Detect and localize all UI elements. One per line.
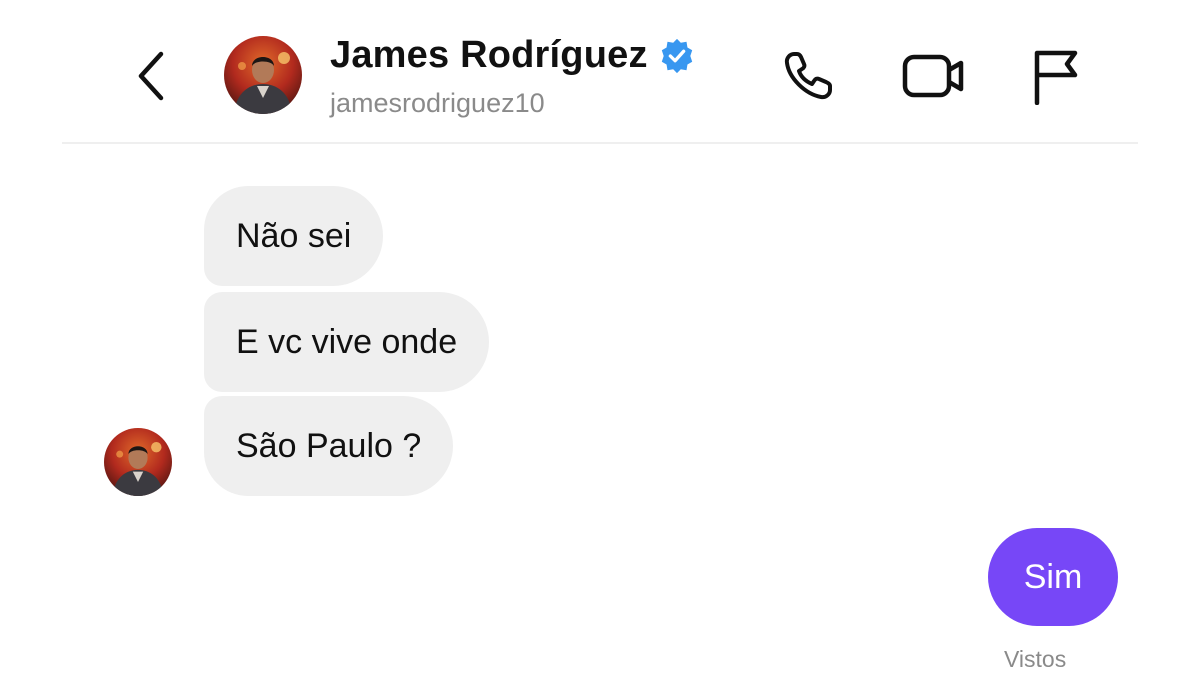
chevron-left-icon <box>138 51 164 101</box>
back-button[interactable] <box>128 48 176 104</box>
chat-header: James Rodríguez jamesrodriguez10 <box>0 0 1200 144</box>
report-button[interactable] <box>1022 44 1088 108</box>
video-camera-icon <box>902 54 964 98</box>
message-bubble-outgoing[interactable]: Sim <box>988 528 1118 626</box>
sender-avatar[interactable] <box>104 428 172 496</box>
voice-call-button[interactable] <box>774 44 842 108</box>
profile-photo <box>224 36 302 114</box>
profile-photo <box>104 428 172 496</box>
verified-badge-icon <box>661 38 692 73</box>
message-bubble-incoming[interactable]: E vc vive onde <box>204 292 490 392</box>
contact-avatar[interactable] <box>224 36 302 114</box>
contact-name: James Rodríguez <box>330 34 648 76</box>
message-bubble-incoming[interactable]: Não sei <box>204 186 384 286</box>
video-call-button[interactable] <box>898 44 970 108</box>
flag-icon <box>1034 50 1078 105</box>
contact-username: jamesrodriguez10 <box>330 88 545 118</box>
phone-icon <box>784 52 832 100</box>
header-divider <box>62 142 1138 144</box>
seen-status: Vistos <box>1004 646 1067 672</box>
message-bubble-incoming[interactable]: São Paulo ? <box>204 396 454 496</box>
contact-name-row: James Rodríguez <box>330 34 696 77</box>
